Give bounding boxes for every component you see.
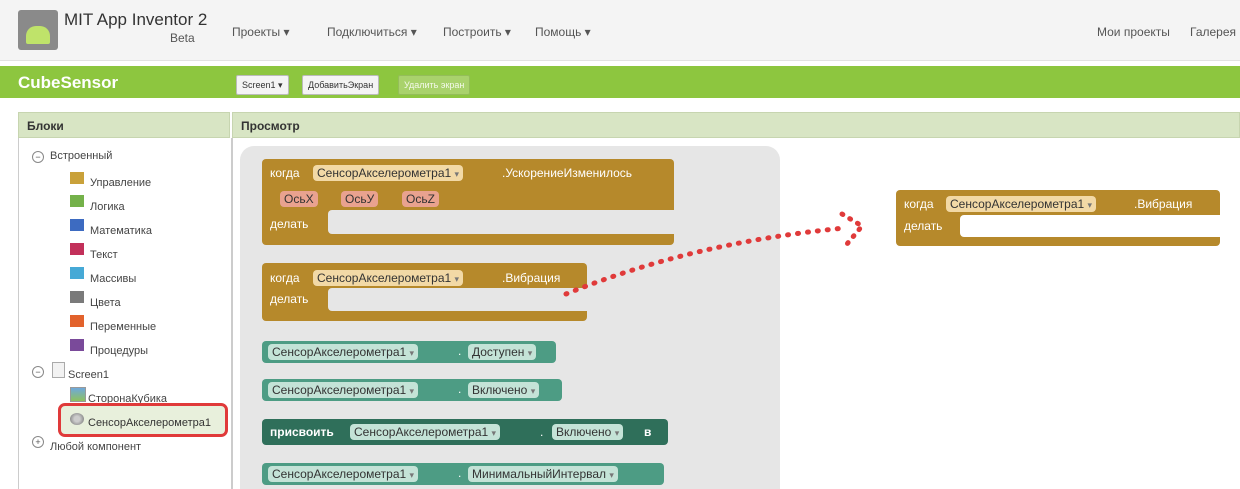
drag-arrow-icon	[563, 211, 866, 297]
